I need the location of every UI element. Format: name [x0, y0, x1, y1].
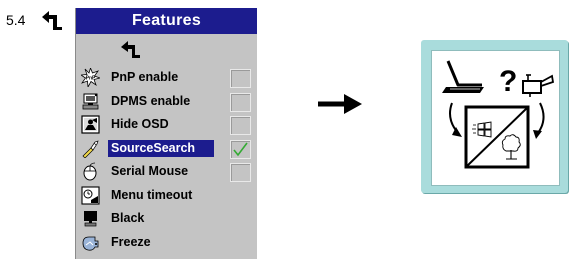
menu-item-label: Menu timeout [111, 187, 193, 202]
osd-menu-panel: Features PnP PnP enable DPMS enable Hide… [75, 8, 257, 259]
dpms-icon [82, 93, 99, 109]
menu-timeout-icon [81, 185, 100, 205]
mouse-icon [83, 162, 97, 181]
hide-osd-checkbox[interactable] [230, 116, 251, 135]
pnp-enable-checkbox[interactable] [230, 69, 251, 88]
back-arrow-icon [42, 11, 62, 30]
dpms-enable-checkbox[interactable] [230, 92, 251, 112]
menu-item-label: DPMS enable [111, 93, 191, 108]
menu-item-label: Hide OSD [111, 117, 169, 131]
menu-item-label: Freeze [111, 234, 151, 249]
question-mark: ? [499, 65, 517, 98]
menu-item-freeze[interactable]: Freeze [76, 231, 257, 255]
menu-item-source-search[interactable]: SourceSearch [76, 137, 257, 161]
pnp-icon: PnP [81, 68, 100, 87]
menu-item-serial-mouse[interactable]: Serial Mouse [76, 160, 257, 184]
menu-item-hide-osd[interactable]: Hide OSD [76, 113, 257, 137]
illustration-drawing: ? [442, 60, 555, 169]
menu-item-black[interactable]: Black [76, 207, 257, 231]
menu-list: PnP PnP enable DPMS enable Hide OSD Sour… [76, 66, 257, 254]
menu-back-icon[interactable] [120, 41, 142, 59]
illustration-frame: ? [431, 50, 560, 186]
menu-item-pnp-enable[interactable]: PnP PnP enable [76, 66, 257, 90]
menu-item-label: Serial Mouse [111, 164, 189, 178]
flow-arrow-icon [318, 94, 362, 114]
menu-item-menu-timeout[interactable]: Menu timeout [76, 184, 257, 208]
menu-item-dpms-enable[interactable]: DPMS enable [76, 90, 257, 114]
menu-title: Features [76, 8, 257, 34]
hide-osd-icon [81, 115, 100, 134]
source-search-checkbox[interactable] [230, 139, 251, 159]
checkmark-icon [233, 142, 248, 156]
svg-text:PnP: PnP [86, 76, 96, 82]
laptop-icon [442, 60, 484, 93]
menu-item-label: Black [111, 211, 145, 225]
source-search-illustration: ? [421, 40, 568, 193]
freeze-icon [82, 236, 99, 251]
menu-item-label: SourceSearch [108, 139, 214, 157]
menu-item-label: PnP enable [111, 70, 179, 84]
projection-screen-icon [464, 105, 530, 169]
black-screen-icon [84, 211, 97, 227]
serial-mouse-checkbox[interactable] [230, 163, 251, 182]
video-camera-icon [522, 74, 555, 97]
section-number: 5.4 [6, 12, 26, 28]
right-curve-arrow-icon [533, 130, 542, 139]
source-search-icon [82, 139, 99, 158]
